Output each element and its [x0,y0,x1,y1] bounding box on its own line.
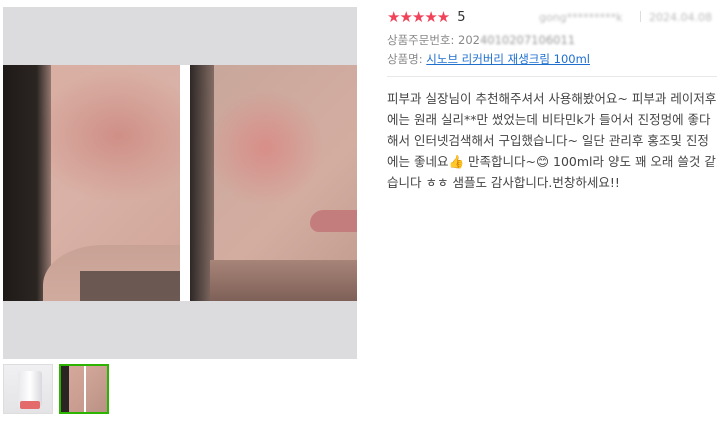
order-number-label: 상품주문번호: [387,33,455,47]
rating-row: ★★★★★ 5 gong*********k 2024.04.08 [387,8,717,26]
after-face-photo [190,65,357,301]
order-number-masked: 4010207106011 [479,33,576,47]
star-rating-icon: ★★★★★ [387,8,450,26]
thumbnail-face-comparison[interactable] [59,364,109,414]
divider-line [387,76,717,77]
product-name-link[interactable]: 시노브 리커버리 재생크림 100ml [426,52,590,66]
reviewer-id: gong*********k [539,10,623,24]
photo-divider [180,65,190,301]
thumbnail-product-bottle[interactable] [3,364,53,414]
photo-thumbnails [3,364,109,414]
meta-separator [640,11,641,22]
product-name-row: 상품명: 시노브 리커버리 재생크림 100ml [387,51,590,67]
rating-score: 5 [457,9,466,25]
order-number-visible: 202 [458,33,480,47]
order-number-row: 상품주문번호: 2024010207106011 [387,32,575,48]
product-name-label: 상품명: [387,52,423,66]
main-review-photo [3,7,357,359]
review-body: 피부과 실장님이 추천해주셔서 사용해봤어요~ 피부과 레이저후에는 원래 실리… [387,91,717,190]
face-comparison-image [3,65,357,301]
review-date: 2024.04.08 [649,10,712,24]
before-face-photo [3,65,180,301]
